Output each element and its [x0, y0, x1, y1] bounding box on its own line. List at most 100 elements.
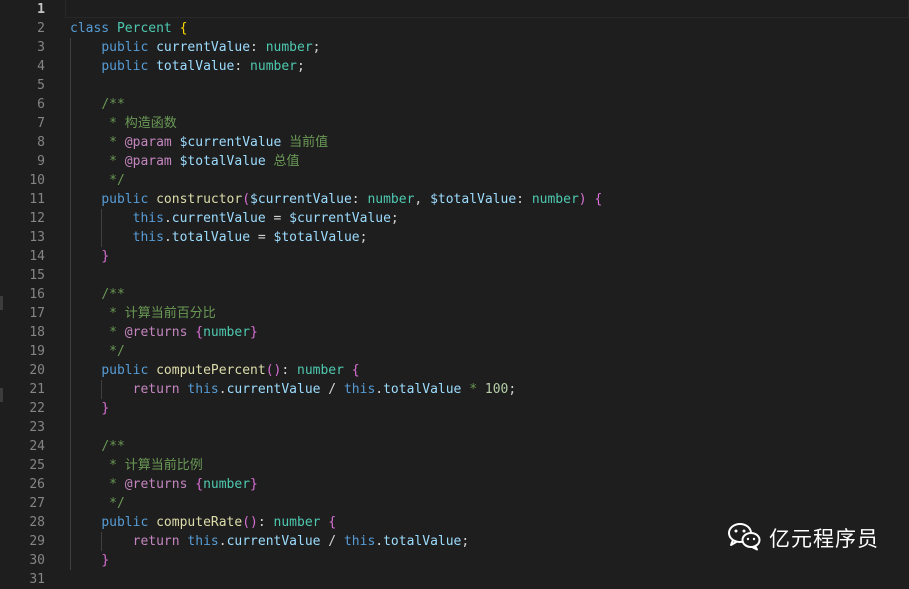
code-token: class [70, 21, 110, 36]
code-line[interactable]: 9 * @param $totalValue 总值 [0, 152, 909, 171]
code-token: : [257, 515, 274, 530]
code-token: ; [359, 230, 368, 245]
code-token: totalValue [383, 382, 462, 397]
code-token: . [375, 534, 384, 549]
code-line[interactable]: 2 class Percent { [0, 19, 909, 38]
wechat-icon [727, 521, 761, 555]
code-text: public computeRate(): number { [70, 513, 336, 532]
line-number: 28 [29, 515, 45, 530]
code-line[interactable]: 1 [0, 0, 909, 19]
code-token: currentValue [226, 534, 321, 549]
line-number: 7 [37, 116, 45, 131]
code-token: ) [578, 192, 587, 207]
indent-guide [70, 418, 71, 437]
code-line[interactable]: 25 * 计算当前比例 [0, 456, 909, 475]
code-line[interactable]: 6 /** [0, 95, 909, 114]
code-line[interactable]: 27 */ [0, 494, 909, 513]
code-token: ; [390, 211, 399, 226]
line-number: 25 [29, 458, 45, 473]
code-token: : [250, 40, 266, 55]
code-token: number [203, 477, 251, 492]
code-line[interactable]: 5 [0, 76, 909, 95]
code-line[interactable]: 18 * @returns {number} [0, 323, 909, 342]
code-token: @param [124, 135, 172, 150]
code-token: * [461, 382, 485, 397]
code-editor[interactable]: 1 2 class Percent {3 public currentValue: … [0, 0, 909, 587]
code-line[interactable]: 11 public constructor($currentValue: num… [0, 190, 909, 209]
code-line[interactable]: 10 */ [0, 171, 909, 190]
code-token: * [70, 325, 125, 340]
code-token: : [351, 192, 368, 207]
code-line[interactable]: 21 return this.currentValue / this.total… [0, 380, 909, 399]
code-token: . [218, 534, 227, 549]
line-number: 24 [29, 439, 45, 454]
code-token: . [375, 382, 384, 397]
code-line[interactable]: 26 * @returns {number} [0, 475, 909, 494]
line-number: 31 [29, 572, 45, 587]
code-token: public [101, 363, 149, 378]
code-token: number [297, 363, 344, 378]
line-number: 9 [37, 154, 45, 169]
line-number: 3 [37, 40, 45, 55]
code-line[interactable]: 19 */ [0, 342, 909, 361]
code-text: * 计算当前比例 [70, 456, 203, 475]
watermark-text: 亿元程序员 [769, 527, 879, 551]
code-line[interactable]: 20 public computePercent(): number { [0, 361, 909, 380]
code-token: currentValue [156, 40, 251, 55]
code-text: */ [70, 494, 125, 513]
code-text: /** [70, 437, 124, 456]
code-token: , [414, 192, 431, 207]
code-line[interactable]: 4 public totalValue: number; [0, 57, 909, 76]
code-token: number [203, 325, 251, 340]
code-text: * @returns {number} [70, 323, 258, 342]
code-token: @param [124, 154, 172, 169]
code-token: : [516, 192, 532, 207]
line-number: 1 [37, 2, 45, 17]
code-line[interactable]: 23 [0, 418, 909, 437]
code-line[interactable]: 22 } [0, 399, 909, 418]
code-text: */ [70, 171, 125, 190]
code-line[interactable]: 12 this.currentValue = $currentValue; [0, 209, 909, 228]
code-token: * 计算当前百分比 [70, 306, 216, 321]
code-line[interactable]: 15 [0, 266, 909, 285]
code-token: this [187, 382, 219, 397]
code-text: public computePercent(): number { [70, 361, 359, 380]
code-line[interactable]: 24 /** [0, 437, 909, 456]
line-number: 11 [29, 192, 45, 207]
code-token: */ [70, 173, 125, 188]
code-line[interactable]: 17 * 计算当前百分比 [0, 304, 909, 323]
code-token: return [132, 534, 180, 549]
code-line[interactable]: 13 this.totalValue = $totalValue; [0, 228, 909, 247]
code-line[interactable]: 31 [0, 570, 909, 589]
code-token: : [234, 59, 251, 74]
code-token: this [132, 211, 164, 226]
code-token: 当前值 [281, 135, 329, 150]
code-token: number [265, 40, 313, 55]
indent-guide [70, 266, 71, 285]
code-token: * 计算当前比例 [70, 458, 203, 473]
code-line[interactable]: 8 * @param $currentValue 当前值 [0, 133, 909, 152]
code-line[interactable]: 7 * 构造函数 [0, 114, 909, 133]
code-token: { [195, 477, 204, 492]
code-line[interactable]: 3 public currentValue: number; [0, 38, 909, 57]
code-text: this.currentValue = $currentValue; [70, 209, 399, 228]
code-line[interactable]: 14 } [0, 247, 909, 266]
code-token: @returns [124, 325, 188, 340]
code-text: public totalValue: number; [70, 57, 305, 76]
gutter-marker [0, 388, 3, 402]
code-line[interactable]: 16 /** [0, 285, 909, 304]
code-text: class Percent { [70, 19, 187, 38]
line-number: 19 [29, 344, 45, 359]
